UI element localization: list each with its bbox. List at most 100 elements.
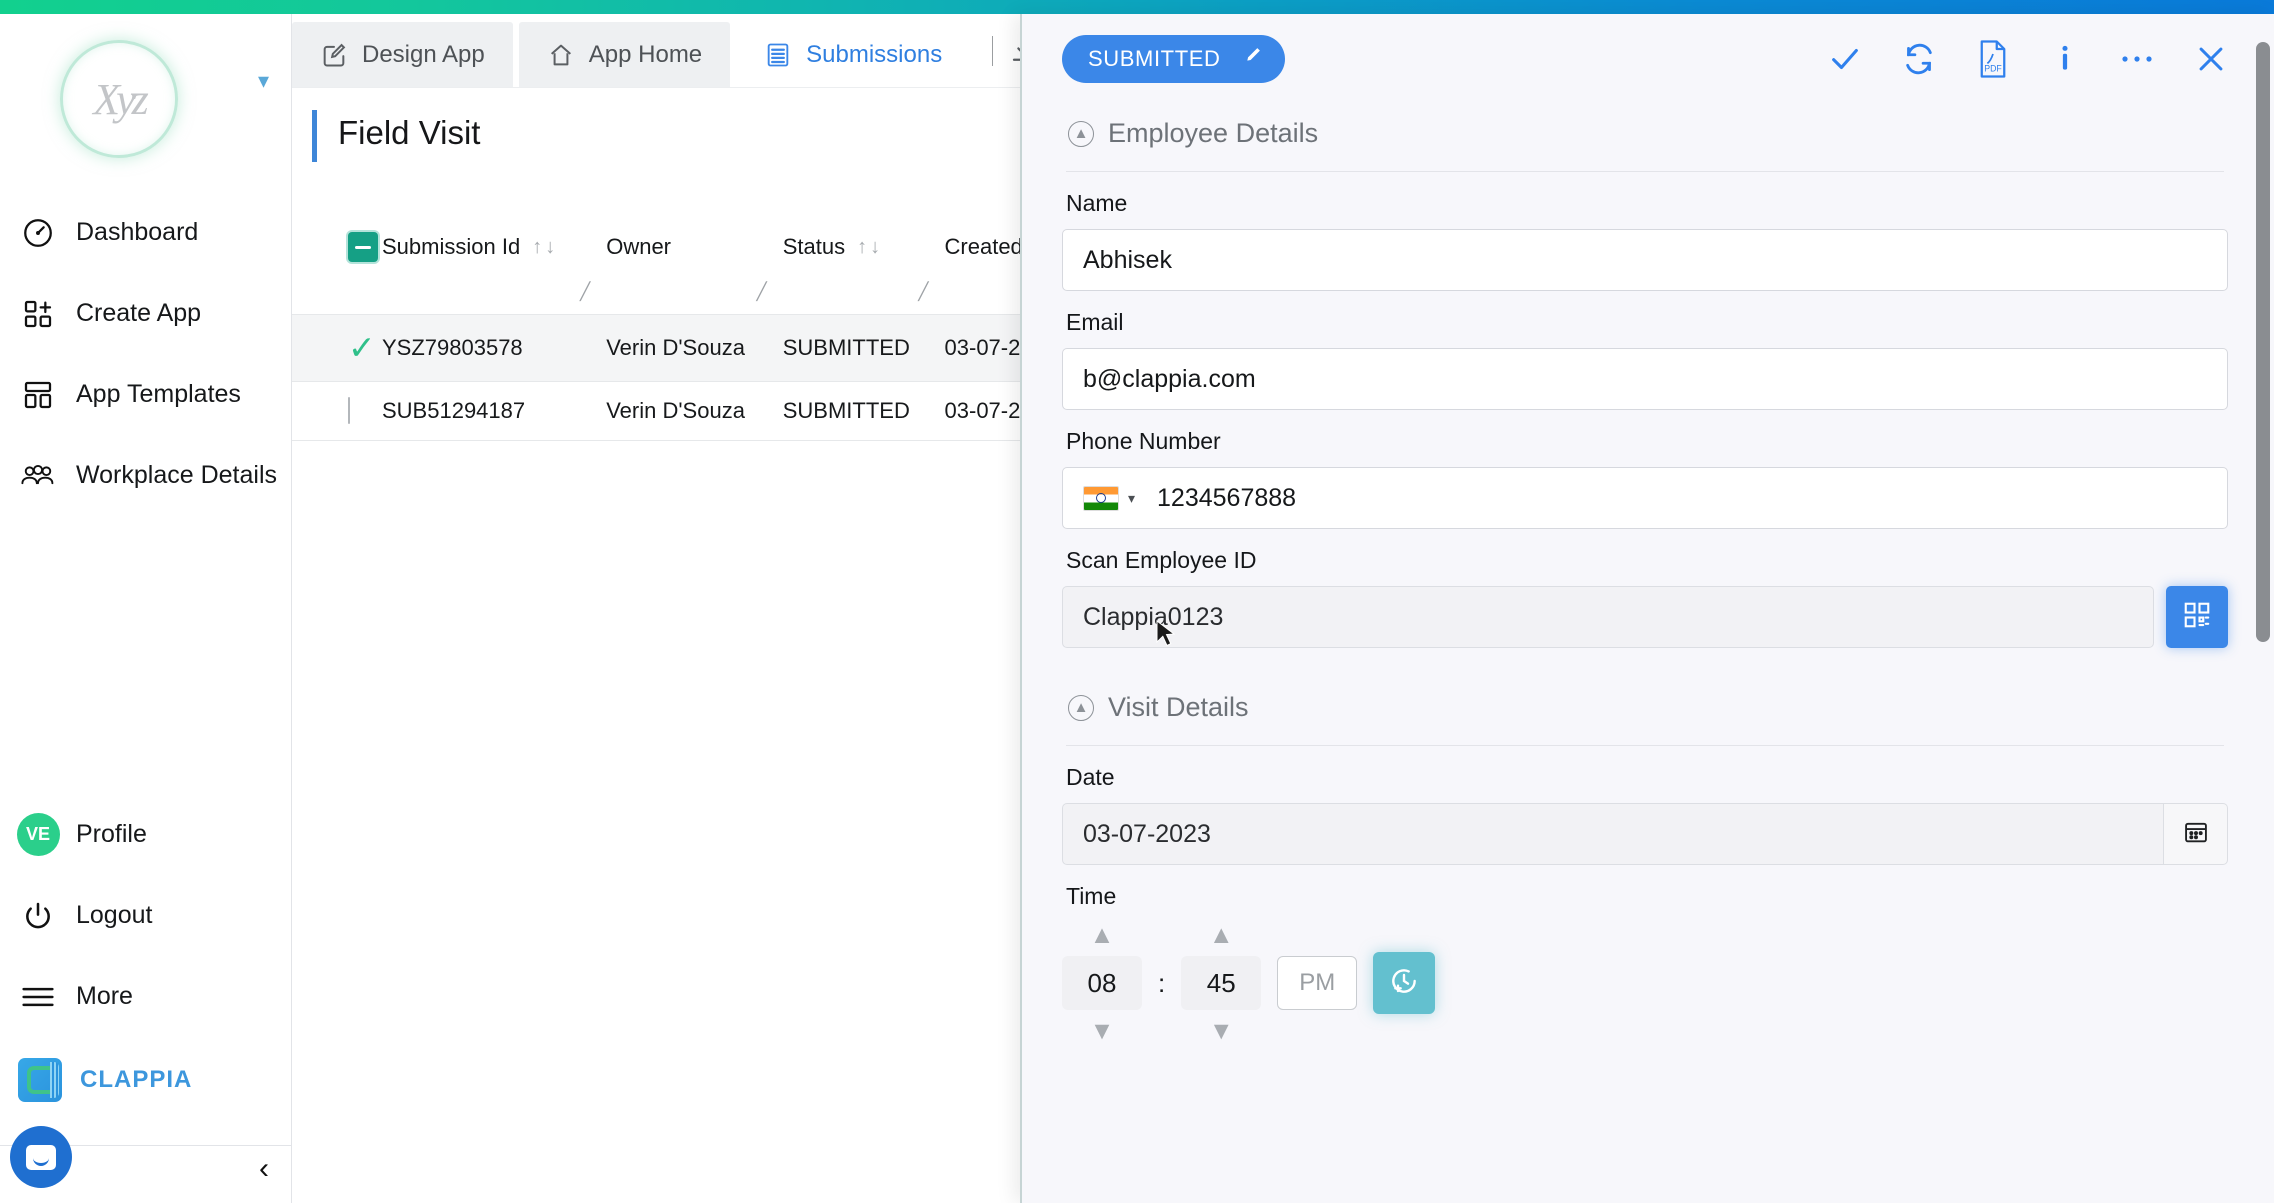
sidebar-item-dashboard[interactable]: Dashboard [0,192,292,273]
chevron-up-circle-icon[interactable]: ▲ [1068,695,1094,721]
email-input[interactable]: b@clappia.com [1062,348,2228,410]
row-checkbox-cell[interactable] [292,382,382,441]
sidebar-item-label: Logout [76,901,152,930]
power-icon [14,896,62,936]
field-label: Time [1062,883,2228,910]
sidebar-item-logout[interactable]: Logout [0,875,292,956]
phone-input[interactable]: ▾ 1234567888 [1062,467,2228,529]
resize-cell [292,282,382,315]
section-employee-details[interactable]: ▲ Employee Details [1062,104,2228,149]
intercom-chat-icon[interactable] [10,1126,72,1188]
pdf-icon[interactable]: PDF [1976,39,2010,79]
minute-value[interactable]: 45 [1181,956,1261,1010]
cell-owner: Verin D'Souza [606,382,783,441]
hour-value[interactable]: 08 [1062,956,1142,1010]
detail-panel-actions: PDF [1828,39,2228,79]
pencil-square-icon [320,41,348,69]
pencil-icon[interactable] [1241,45,1263,73]
status-badge-label: SUBMITTED [1088,46,1221,72]
app-root: Xyz ▾ Dashboard Create [0,0,2274,1203]
section-visit-details[interactable]: ▲ Visit Details [1062,678,2228,723]
refresh-icon[interactable] [1902,42,1936,76]
chevron-down-icon[interactable]: ▼ [1209,1020,1234,1042]
info-icon[interactable] [2050,42,2080,76]
resize-grip-icon[interactable]: ╱ [918,282,928,302]
india-flag-icon[interactable] [1083,486,1119,511]
panel-scrollbar[interactable] [2256,42,2270,642]
cell-submission-id: SUB51294187 [382,382,606,441]
resize-grip-icon[interactable]: ╱ [580,282,590,302]
logo-ring: Xyz [60,40,178,158]
approve-check-icon[interactable] [1828,42,1862,76]
detail-panel-header: SUBMITTED [1022,14,2274,104]
calendar-icon [2182,818,2210,851]
select-all-cell [292,206,382,282]
tab-app-home[interactable]: App Home [519,22,730,87]
resize-cell[interactable]: ╱ [382,282,606,315]
sidebar-item-label: More [76,982,133,1011]
workspace-logo[interactable]: Xyz [60,40,190,170]
cell-owner: Verin D'Souza [606,315,783,382]
column-owner[interactable]: Owner [606,206,783,282]
meridiem-toggle[interactable]: PM [1277,956,1357,1010]
resize-cell[interactable]: ╱ [783,282,945,315]
field-time: Time ▲ 08 ▼ : ▲ 45 ▼ PM [1062,865,2228,1042]
field-label: Name [1062,190,2228,217]
set-current-time-button[interactable] [1373,952,1435,1014]
sidebar-item-label: Dashboard [76,218,198,247]
select-all-checkbox[interactable] [348,232,378,262]
clappia-brand-label: CLAPPIA [80,1066,192,1094]
sidebar-item-create-app[interactable]: Create App [0,273,292,354]
sidebar-item-workplace-details[interactable]: Workplace Details [0,435,292,516]
calendar-button[interactable] [2164,803,2228,865]
row-checked-icon[interactable]: ✓ [348,329,376,366]
clock-plus-icon [1388,965,1420,1002]
detail-panel-body: ▲ Employee Details Name Abhisek Email b@… [1022,104,2274,1203]
column-label: Owner [606,234,671,260]
column-submission-id[interactable]: Submission Id ↑↓ [382,206,606,282]
close-icon[interactable] [2194,42,2228,76]
chevron-left-icon[interactable]: ‹ [259,1154,269,1184]
sort-arrows-icon[interactable]: ↑↓ [532,236,558,259]
qr-scan-button[interactable] [2166,586,2228,648]
more-ellipsis-icon[interactable] [2120,53,2154,65]
tab-submissions[interactable]: Submissions [736,22,970,87]
field-label: Scan Employee ID [1062,547,2228,574]
chevron-down-icon[interactable]: ▼ [1090,1020,1115,1042]
svg-text:PDF: PDF [1984,64,2002,74]
column-status[interactable]: Status ↑↓ [783,206,945,282]
chevron-up-circle-icon[interactable]: ▲ [1068,121,1094,147]
field-name: Name Abhisek [1062,172,2228,291]
section-title: Employee Details [1108,118,1318,149]
resize-grip-icon[interactable]: ╱ [757,282,767,302]
clappia-brand[interactable]: CLAPPIA [0,1037,292,1123]
status-badge[interactable]: SUBMITTED [1062,35,1285,83]
sidebar-footer: ‹ [0,1145,292,1203]
field-label: Email [1062,309,2228,336]
chevron-down-icon[interactable]: ▾ [258,70,269,92]
date-row: 03-07-2023 [1062,803,2228,865]
app-templates-icon [14,375,62,415]
tab-label: Design App [362,41,485,69]
qr-code-icon [2182,600,2212,635]
phone-row: ▾ 1234567888 [1062,467,2228,529]
sort-arrows-icon[interactable]: ↑↓ [857,236,883,259]
chevron-down-icon[interactable]: ▾ [1128,490,1135,507]
tab-design-app[interactable]: Design App [292,22,513,87]
avatar-initials: VE [17,813,60,856]
tab-label: App Home [589,41,702,69]
field-phone-number: Phone Number ▾ 1234567888 [1062,410,2228,529]
sidebar-item-app-templates[interactable]: App Templates [0,354,292,435]
row-checkbox[interactable] [348,397,350,424]
sidebar-item-profile[interactable]: VE Profile [0,794,292,875]
field-label: Date [1062,764,2228,791]
submission-detail-panel: SUBMITTED [1020,14,2274,1203]
sidebar-item-more[interactable]: More [0,956,292,1037]
chevron-up-icon[interactable]: ▲ [1090,924,1115,946]
name-input[interactable]: Abhisek [1062,229,2228,291]
row-checkbox-cell[interactable]: ✓ [292,315,382,382]
chevron-up-icon[interactable]: ▲ [1209,924,1234,946]
scan-employee-id-input: Clappia0123 [1062,586,2154,648]
resize-cell[interactable]: ╱ [606,282,783,315]
dashboard-gauge-icon [14,213,62,253]
